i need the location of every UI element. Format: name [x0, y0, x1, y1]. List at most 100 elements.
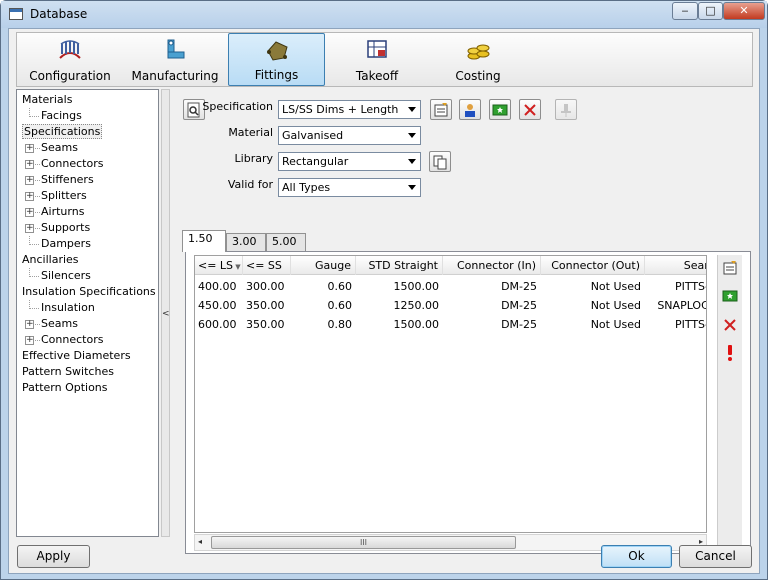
window-title: Database — [30, 7, 88, 21]
dimension-table[interactable]: <= LS ▼ <= SS Gauge STD Straight Connector (… — [194, 255, 707, 533]
column-header-label: Connector (In) — [456, 259, 536, 272]
tree-item[interactable]: Stiffeners — [41, 172, 94, 188]
column-header[interactable]: Connector (In) — [443, 256, 541, 275]
tree-item[interactable]: Effective Diameters — [22, 348, 131, 364]
scroll-thumb[interactable]: III — [211, 536, 516, 549]
column-header[interactable]: Connector (Out) — [541, 256, 645, 275]
apply-button[interactable]: Apply — [17, 545, 90, 568]
tree-item[interactable]: Silencers — [41, 268, 91, 284]
tree-item-label: Splitters — [41, 189, 87, 202]
maximize-button[interactable]: □ — [698, 2, 723, 20]
close-button[interactable]: ✕ — [723, 2, 765, 20]
expand-plus-icon[interactable]: + — [25, 144, 34, 153]
cancel-button[interactable]: Cancel — [679, 545, 752, 568]
column-header[interactable]: <= LS ▼ — [195, 256, 243, 275]
expand-plus-icon[interactable]: + — [25, 192, 34, 201]
tree-item[interactable]: Insulation Specifications — [22, 284, 156, 300]
tab-3-00[interactable]: 3.00 — [226, 233, 266, 251]
tree-item[interactable]: Connectors — [41, 332, 103, 348]
column-header-label: STD Straight — [368, 259, 438, 272]
tree-item[interactable]: Pattern Switches — [22, 364, 114, 380]
column-header[interactable]: STD Straight — [356, 256, 443, 275]
tree-item[interactable]: Supports — [41, 220, 90, 236]
tree-item[interactable]: Materials — [22, 92, 72, 108]
tab-5-00[interactable]: 5.00 — [266, 233, 306, 251]
library-select[interactable]: Rectangular — [278, 152, 421, 171]
tree-connector — [35, 324, 40, 325]
minimize-button[interactable]: ‒ — [672, 2, 698, 20]
dimension-table-panel: <= LS ▼ <= SS Gauge STD Straight Connector (… — [185, 251, 751, 554]
table-cell: 1500.00 — [393, 318, 440, 331]
material-select[interactable]: Galvanised — [278, 126, 421, 145]
tree-item-label: Connectors — [41, 333, 104, 346]
table-row[interactable]: 450.00 350.00 0.60 1250.00 DM-25 Not Used SNAP… — [195, 296, 706, 315]
top-tab-bar: Configuration Manufacturing Fittings Tak… — [16, 32, 753, 87]
tab-takeoff[interactable]: Takeoff — [328, 33, 426, 86]
copy-library-button[interactable] — [429, 151, 451, 172]
tree-item-label: Silencers — [41, 269, 91, 282]
column-header[interactable]: Gauge — [291, 256, 356, 275]
category-tree[interactable]: Materials Facings Specifications Seams + Conn… — [16, 89, 159, 537]
tab-fittings[interactable]: Fittings — [228, 33, 325, 86]
valid-for-select[interactable]: All Types — [278, 178, 421, 197]
tree-item[interactable]: Ancillaries — [22, 252, 79, 268]
expand-plus-icon[interactable]: + — [25, 320, 34, 329]
table-cell: Not Used — [590, 280, 641, 293]
sort-desc-icon: ▼ — [233, 263, 241, 271]
specification-value: LS/SS Dims + Length — [282, 103, 399, 116]
expand-plus-icon[interactable]: + — [25, 336, 34, 345]
tree-item[interactable]: Seams — [41, 140, 78, 156]
column-header[interactable]: Seam — [645, 256, 706, 275]
tree-item-label: Dampers — [41, 237, 91, 250]
user-spec-button[interactable] — [459, 99, 481, 120]
tree-item[interactable]: Connectors — [41, 156, 103, 172]
tree-item[interactable]: Splitters — [41, 188, 87, 204]
library-value: Rectangular — [282, 155, 349, 168]
table-row[interactable]: 600.00 350.00 0.80 1500.00 DM-25 Not Used PITT… — [195, 315, 706, 334]
tree-item[interactable]: Insulation — [41, 300, 95, 316]
chevron-down-icon — [408, 107, 416, 112]
warning-exclamation-icon[interactable] — [722, 344, 738, 362]
tab-manufacturing[interactable]: Manufacturing — [125, 33, 225, 86]
tree-item-label: Stiffeners — [41, 173, 94, 186]
table-cell: 600.00 — [198, 318, 237, 331]
tab-configuration[interactable]: Configuration — [21, 33, 119, 86]
tree-item-label: Airturns — [41, 205, 85, 218]
expand-plus-icon[interactable]: + — [25, 224, 34, 233]
scroll-left-icon[interactable]: ◂ — [198, 537, 202, 546]
expand-plus-icon[interactable]: + — [25, 160, 34, 169]
table-cell: 1500.00 — [393, 280, 440, 293]
specification-select[interactable]: LS/SS Dims + Length — [278, 100, 421, 119]
tab-label: Takeoff — [355, 69, 399, 83]
tab-costing[interactable]: Costing — [430, 33, 526, 86]
lock-spec-button[interactable] — [555, 99, 577, 120]
edit-spec-button[interactable] — [430, 99, 452, 120]
table-row[interactable]: 400.00 300.00 0.60 1500.00 DM-25 Not Used PITT… — [195, 277, 706, 296]
tree-connector — [29, 276, 39, 277]
column-header-label: Gauge — [315, 259, 351, 272]
edit-row-icon[interactable] — [722, 260, 738, 276]
table-cell: PITTS-S — [674, 280, 706, 293]
tree-item[interactable]: Dampers — [41, 236, 91, 252]
ok-button[interactable]: Ok — [601, 545, 672, 568]
tree-item[interactable]: Airturns — [41, 204, 84, 220]
tree-item[interactable]: Facings — [41, 108, 82, 124]
expand-plus-icon[interactable]: + — [25, 176, 34, 185]
chevron-down-icon — [408, 133, 416, 138]
tree-item-label: Seams — [41, 141, 78, 154]
tab-1-50[interactable]: 1.50 — [182, 230, 226, 252]
table-cell: 400.00 — [198, 280, 237, 293]
tree-item[interactable]: Pattern Options — [22, 380, 108, 396]
tree-item[interactable]: Seams — [41, 316, 78, 332]
table-header: <= LS ▼ <= SS Gauge STD Straight Connector (… — [195, 256, 706, 275]
delete-row-icon[interactable] — [722, 317, 738, 333]
tree-connector — [35, 212, 40, 213]
client-area: Configuration Manufacturing Fittings Tak… — [8, 28, 760, 574]
collapse-splitter[interactable]: < — [161, 89, 170, 537]
add-row-icon[interactable] — [722, 288, 738, 304]
column-header[interactable]: <= SS — [243, 256, 291, 275]
expand-plus-icon[interactable]: + — [25, 208, 34, 217]
tree-item[interactable]: Specifications — [22, 124, 103, 140]
add-spec-button[interactable] — [489, 99, 511, 120]
delete-spec-button[interactable] — [519, 99, 541, 120]
